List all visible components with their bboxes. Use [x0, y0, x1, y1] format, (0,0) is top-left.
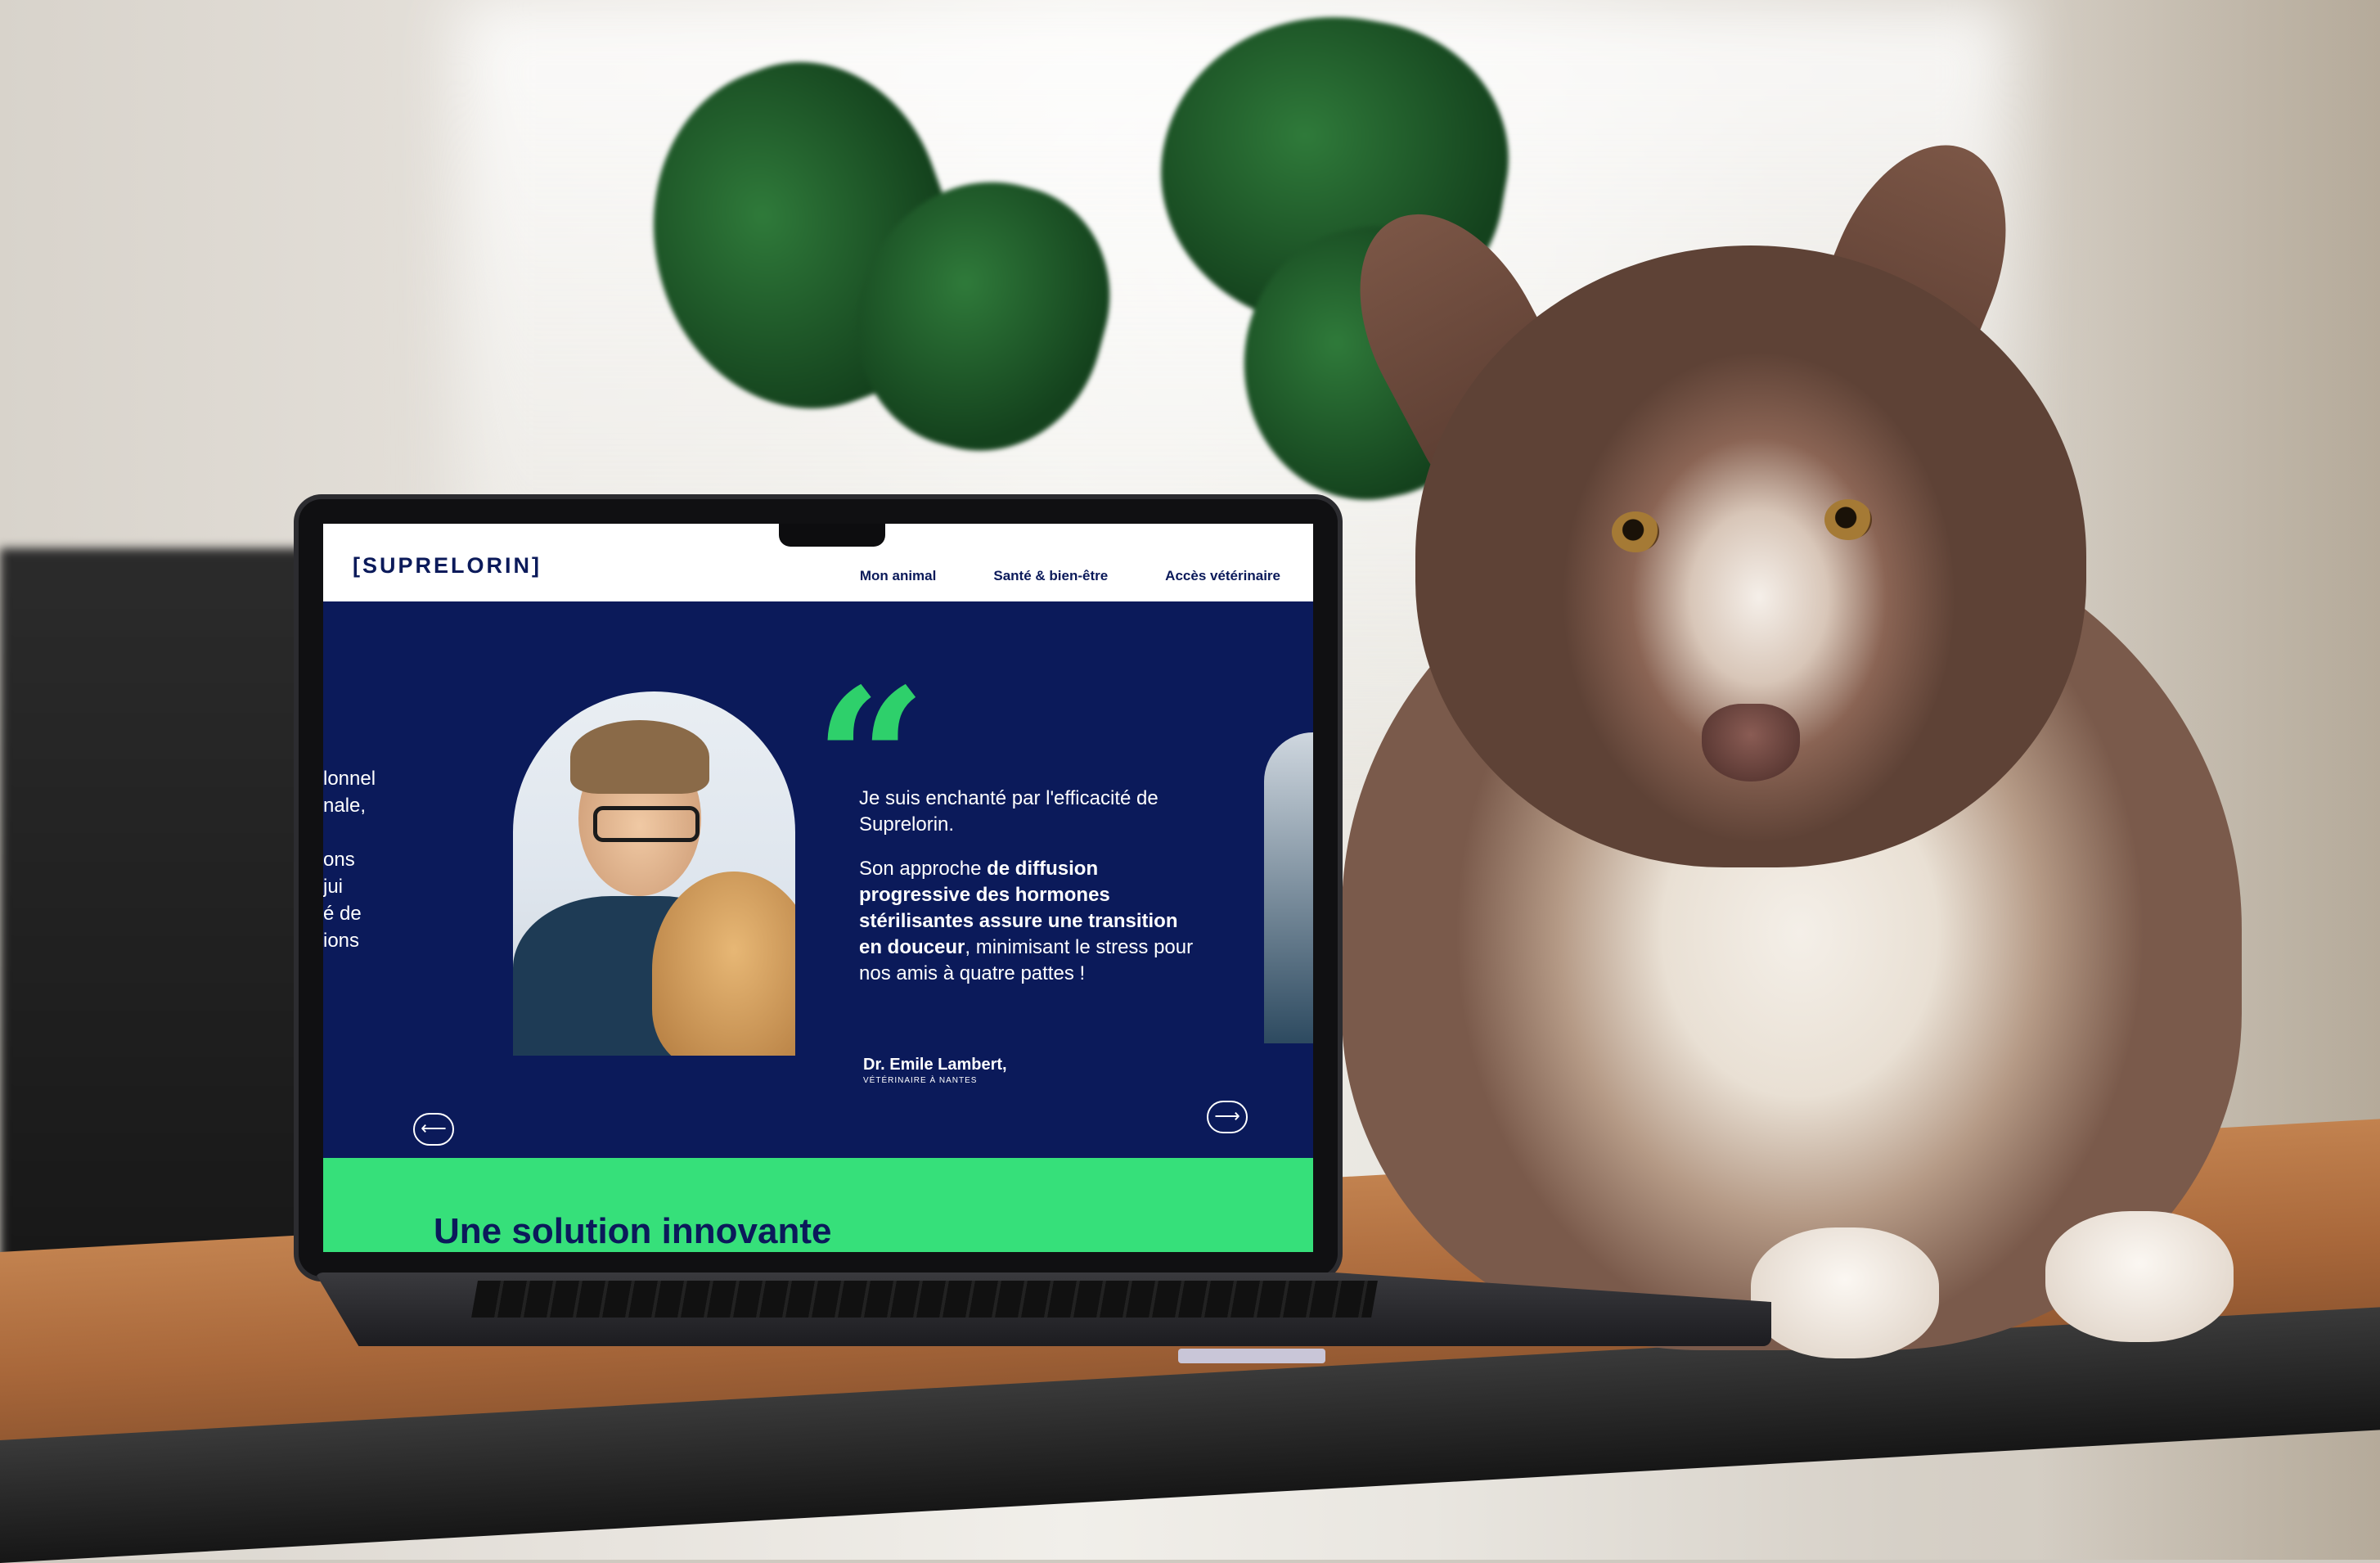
- main-nav: Mon animal Santé & bien-être Accès vétér…: [860, 568, 1280, 584]
- nav-sante-bien-etre[interactable]: Santé & bien-être: [993, 568, 1108, 584]
- vet-glasses: [593, 806, 700, 842]
- arrow-right-icon[interactable]: ⟶: [1207, 1101, 1248, 1133]
- laptop-lip: [1178, 1349, 1325, 1363]
- author-role: VÉTÉRINAIRE À NANTES: [863, 1076, 978, 1085]
- quote-intro: Je suis enchanté par l'efficacité de Sup…: [859, 787, 1159, 836]
- section-title: Une solution innovante: [434, 1211, 832, 1251]
- vet-with-dog-photo: [513, 691, 795, 1056]
- previous-slide-text: lonnel nale, ons jui é de ions: [323, 765, 397, 954]
- author-name: Dr. Emile Lambert,: [863, 1056, 1007, 1074]
- testimonial-quote: Je suis enchanté par l'efficacité de Sup…: [859, 786, 1203, 1005]
- dog-eye-right: [1824, 499, 1872, 540]
- testimonial-author: Dr. Emile Lambert, VÉTÉRINAIRE À NANTES: [863, 1056, 1007, 1085]
- nav-mon-animal[interactable]: Mon animal: [860, 568, 937, 584]
- vet-hair: [570, 720, 709, 794]
- peek-line: ons: [323, 849, 355, 871]
- quote-text-part: Son approche: [859, 858, 988, 880]
- suprelorin-logo[interactable]: [SUPRELORIN]: [353, 553, 542, 579]
- solution-section: Une solution innovante: [323, 1158, 1313, 1252]
- peek-gap: [323, 819, 397, 846]
- quote-body: Son approche de diffusion progressive de…: [859, 856, 1203, 987]
- peek-line: jui: [323, 876, 344, 898]
- laptop-keyboard: [471, 1281, 1378, 1318]
- next-slide-photo: [1264, 732, 1313, 1043]
- nav-acces-veterinaire[interactable]: Accès vétérinaire: [1165, 568, 1280, 584]
- dog-paw-right: [2045, 1211, 2234, 1342]
- camera-notch: [779, 524, 885, 547]
- dog-eye-left: [1612, 511, 1659, 552]
- peek-line: nale,: [323, 795, 367, 817]
- dog-paw-left: [1751, 1227, 1939, 1358]
- peek-line: lonnel: [323, 768, 376, 790]
- dog-nose: [1702, 704, 1800, 782]
- peek-line: ions: [323, 930, 360, 952]
- laptop-screen: [SUPRELORIN] Mon animal Santé & bien-êtr…: [323, 524, 1313, 1252]
- peek-line: é de: [323, 903, 362, 925]
- testimonial-carousel: lonnel nale, ons jui é de ions “ Je suis…: [323, 601, 1313, 1158]
- arrow-left-icon[interactable]: ⟵: [413, 1113, 454, 1146]
